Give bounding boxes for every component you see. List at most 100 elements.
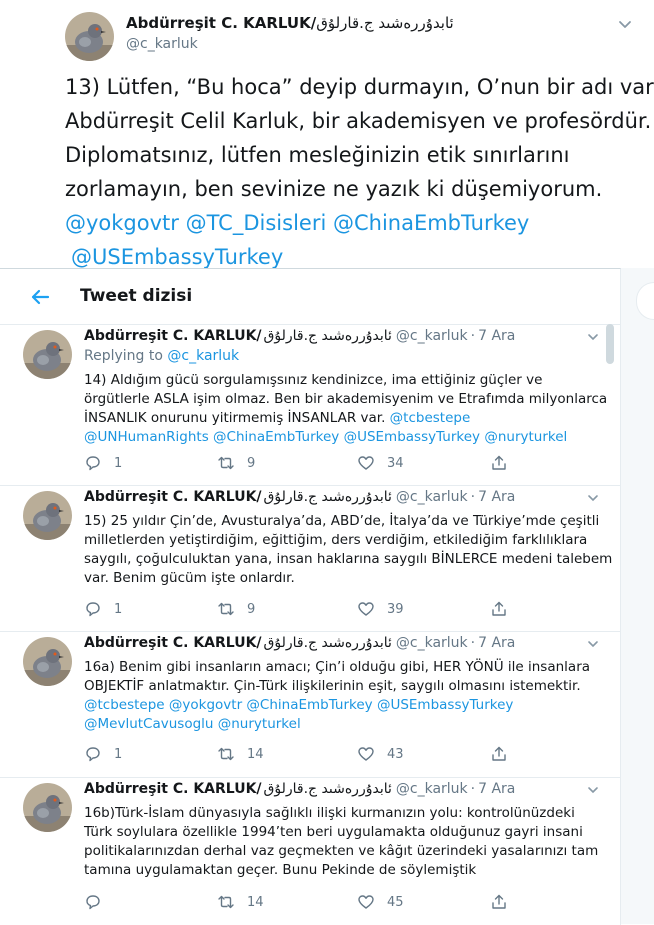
like-count: 34 xyxy=(387,455,404,471)
like-button[interactable]: 43 xyxy=(357,744,404,764)
retweet-button[interactable]: 9 xyxy=(217,599,255,619)
retweet-icon xyxy=(218,602,234,616)
reply-icon xyxy=(86,747,100,762)
author-name-arabic[interactable]: ئابدۇررەشىد ج.قارلۇق xyxy=(264,635,392,651)
author-name[interactable]: Abdürreşit C. KARLUK/ xyxy=(84,635,262,651)
author-handle[interactable]: @c_karluk xyxy=(396,781,468,797)
author-name[interactable]: Abdürreşit C. KARLUK/ xyxy=(84,781,262,797)
tweet-date[interactable]: 7 Ara xyxy=(478,489,515,505)
tweet-text-line: var. Benim gücüm işte onlardır. xyxy=(84,570,295,586)
chevron-down-icon[interactable] xyxy=(615,14,635,34)
share-icon xyxy=(492,894,506,909)
retweet-icon xyxy=(218,895,234,909)
arrow-left-icon[interactable] xyxy=(28,285,52,309)
top-tweet: Abdürreşit C. KARLUK/ئابدۇررەشىد ج.قارلۇ… xyxy=(0,0,654,269)
mention-links[interactable]: @tcbestepe @yokgovtr @ChinaEmbTurkey @US… xyxy=(84,696,604,715)
page-title: Tweet dizisi xyxy=(80,286,193,306)
tweet-text-line: milletlerden yetiştirdiğim, eğittiğim, d… xyxy=(84,532,588,548)
chevron-down-icon[interactable] xyxy=(585,636,601,652)
like-button[interactable]: 39 xyxy=(357,599,404,619)
separator-dot: · xyxy=(470,781,476,797)
share-button[interactable] xyxy=(490,744,508,764)
heart-icon xyxy=(358,602,374,616)
author-name-arabic: ئابدۇررەشىد ج.قارلۇق xyxy=(316,14,454,32)
reply-button[interactable]: 1 xyxy=(84,453,122,473)
author-name[interactable]: Abdürreşit C. KARLUK/ xyxy=(84,328,262,344)
author-name-arabic[interactable]: ئابدۇررەشىد ج.قارلۇق xyxy=(264,489,392,505)
tweet-text-line: politikalarınızdan derhal vaz geçmekten … xyxy=(84,843,599,859)
avatar[interactable] xyxy=(23,330,72,379)
retweet-count: 14 xyxy=(247,746,264,762)
author-name[interactable]: Abdürreşit C. KARLUK/ xyxy=(84,489,262,505)
mention-links[interactable]: @yokgovtr @TC_Disisleri @ChinaEmbTurkey xyxy=(65,206,645,240)
thread-tweet[interactable]: Abdürreşit C. KARLUK/ئابدۇررەشىد ج.قارلۇ… xyxy=(0,486,620,632)
pigeon-avatar-icon xyxy=(23,783,72,832)
tweet-text: 15) 25 yıldır Çin’de, Avusturalya’da, AB… xyxy=(84,512,613,588)
mention-link[interactable]: @tcbestepe xyxy=(390,410,471,426)
tweet-text-line: zorlamayın, ben sevinize ne yazık ki düş… xyxy=(65,177,603,201)
tweet-actions: 14 45 xyxy=(84,892,604,912)
replying-to-label: Replying to xyxy=(84,348,163,364)
share-button[interactable] xyxy=(490,599,508,619)
separator-dot: · xyxy=(470,328,476,344)
thread-tweet[interactable]: Abdürreşit C. KARLUK/ئابدۇررەشىد ج.قارلۇ… xyxy=(0,632,620,778)
tweet-text: 14) Aldığım gücü sorgulamışsınız kendini… xyxy=(84,371,607,447)
tweet-text-line: OBJEKTİF anlatmaktır. Çin-Türk ilişkiler… xyxy=(84,678,581,694)
heart-icon xyxy=(358,747,374,761)
tweet-header: Abdürreşit C. KARLUK/ئابدۇررەشىد ج.قارلۇ… xyxy=(84,781,515,797)
pigeon-avatar-icon xyxy=(23,491,72,540)
thread-tweet[interactable]: Abdürreşit C. KARLUK/ئابدۇررەشىد ج.قارلۇ… xyxy=(0,325,620,486)
author-handle[interactable]: @c_karluk xyxy=(396,489,468,505)
tweet-date[interactable]: 7 Ara xyxy=(478,328,515,344)
author-handle[interactable]: @c_karluk xyxy=(396,635,468,651)
tweet-text-line: Türk soylulara özellikle 1994’ten beri u… xyxy=(84,824,583,840)
retweet-count: 9 xyxy=(247,601,256,617)
like-button[interactable]: 45 xyxy=(357,892,404,912)
thread-tweet[interactable]: Abdürreşit C. KARLUK/ئابدۇررەشىد ج.قارلۇ… xyxy=(0,778,620,925)
retweet-count: 9 xyxy=(247,455,256,471)
author-name[interactable]: Abdürreşit C. KARLUK/ئابدۇررەشىد ج.قارلۇ… xyxy=(126,14,454,32)
retweet-icon xyxy=(218,456,234,470)
reply-button[interactable]: 1 xyxy=(84,744,122,764)
chevron-down-icon[interactable] xyxy=(585,782,601,798)
tweet-date[interactable]: 7 Ara xyxy=(478,635,515,651)
mention-links[interactable]: @UNHumanRights @ChinaEmbTurkey @USEmbass… xyxy=(84,428,604,447)
tweet-text-line: saygılı, çoğulculuktan yana, insan hakla… xyxy=(84,551,613,567)
tweet-header: Abdürreşit C. KARLUK/ئابدۇررەشىد ج.قارلۇ… xyxy=(84,635,515,651)
separator-dot: · xyxy=(470,489,476,505)
retweet-button[interactable]: 9 xyxy=(217,453,255,473)
like-count: 43 xyxy=(387,746,404,762)
reply-count: 1 xyxy=(114,601,123,617)
avatar[interactable] xyxy=(65,12,114,61)
avatar[interactable] xyxy=(23,783,72,832)
like-button[interactable]: 34 xyxy=(357,453,404,473)
author-name-arabic[interactable]: ئابدۇررەشىد ج.قارلۇق xyxy=(264,328,392,344)
tweet-text-fragment: İNSANLIK onurunu yitirmemiş İNSANLAR var… xyxy=(84,410,390,426)
author-name-arabic[interactable]: ئابدۇررەشىد ج.قارلۇق xyxy=(264,781,392,797)
mention-links[interactable]: @MevlutCavusoglu @nuryturkel xyxy=(84,715,604,734)
retweet-button[interactable]: 14 xyxy=(217,892,264,912)
author-handle[interactable]: @c_karluk xyxy=(126,36,198,52)
retweet-button[interactable]: 14 xyxy=(217,744,264,764)
share-button[interactable] xyxy=(490,892,508,912)
tweet-text: 16b)Türk-İslam dünyasıyla sağlıklı ilişk… xyxy=(84,804,604,880)
tweet-text: 16a) Benim gibi insanların amacı; Çin’i … xyxy=(84,658,604,734)
tweet-text: 13) Lütfen, “Bu hoca” deyip durmayın, O’… xyxy=(65,70,654,274)
tweet-date[interactable]: 7 Ara xyxy=(478,781,515,797)
pigeon-avatar-icon xyxy=(23,637,72,686)
author-handle[interactable]: @c_karluk xyxy=(396,328,468,344)
tweet-text-line: 16a) Benim gibi insanların amacı; Çin’i … xyxy=(84,659,591,675)
tweet-text-line: tamına uygulamaktan geçer. Bunu Pekinde … xyxy=(84,862,477,878)
tweet-actions: 1 9 39 xyxy=(84,599,604,619)
chevron-down-icon[interactable] xyxy=(585,490,601,506)
replying-to-link[interactable]: @c_karluk xyxy=(167,348,239,364)
share-button[interactable] xyxy=(490,453,508,473)
reply-button[interactable]: 1 xyxy=(84,599,122,619)
reply-button[interactable] xyxy=(84,892,114,912)
retweet-icon xyxy=(218,747,234,761)
avatar[interactable] xyxy=(23,491,72,540)
tweet-text-line: Abdürreşit Celil Karluk, bir akademisyen… xyxy=(65,109,652,133)
pigeon-avatar-icon xyxy=(65,12,114,61)
chevron-down-icon[interactable] xyxy=(585,329,601,345)
avatar[interactable] xyxy=(23,637,72,686)
